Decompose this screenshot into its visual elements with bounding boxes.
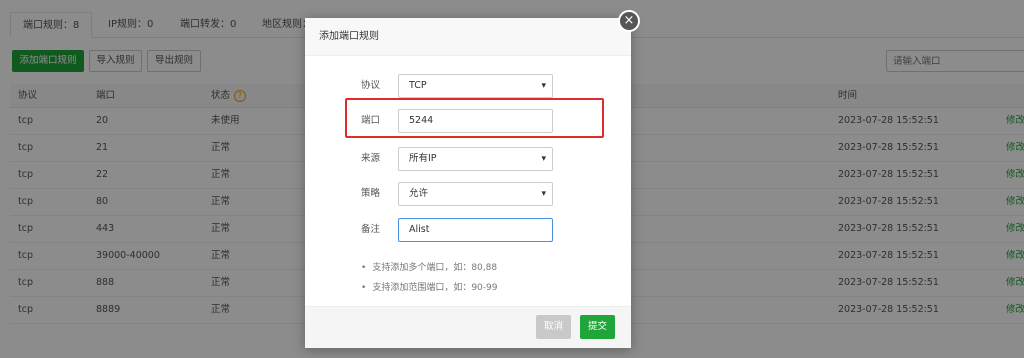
tip-item: 支持添加多个端口，如：80,88 [361,258,497,278]
chevron-down-icon: ▾ [541,189,546,199]
dialog-title: 添加端口规则 [305,18,631,56]
remark-input[interactable]: Alist [398,218,553,242]
tips-list: 支持添加多个端口，如：80,88 支持添加范围端口，如：90-99 [361,258,497,298]
submit-button[interactable]: 提交 [580,315,616,339]
source-select[interactable]: 所有IP ▾ [398,147,553,171]
protocol-label: 协议 [361,80,381,91]
chevron-down-icon: ▾ [541,154,546,164]
dialog-footer: 取消 提交 [305,306,631,348]
protocol-select[interactable]: TCP ▾ [398,74,553,98]
add-port-rule-dialog: 添加端口规则 × 协议 TCP ▾ 端口 5244 来源 所有IP ▾ 策略 允许 ▾… [305,10,640,348]
chevron-down-icon: ▾ [541,81,546,91]
strategy-label: 策略 [361,188,381,199]
close-icon[interactable]: × [618,10,640,32]
strategy-select[interactable]: 允许 ▾ [398,182,553,206]
remark-label: 备注 [361,224,381,235]
tip-item: 支持添加范围端口，如：90-99 [361,278,497,298]
source-label: 来源 [361,153,381,164]
cancel-button[interactable]: 取消 [536,315,572,339]
port-highlight-box [345,98,604,138]
